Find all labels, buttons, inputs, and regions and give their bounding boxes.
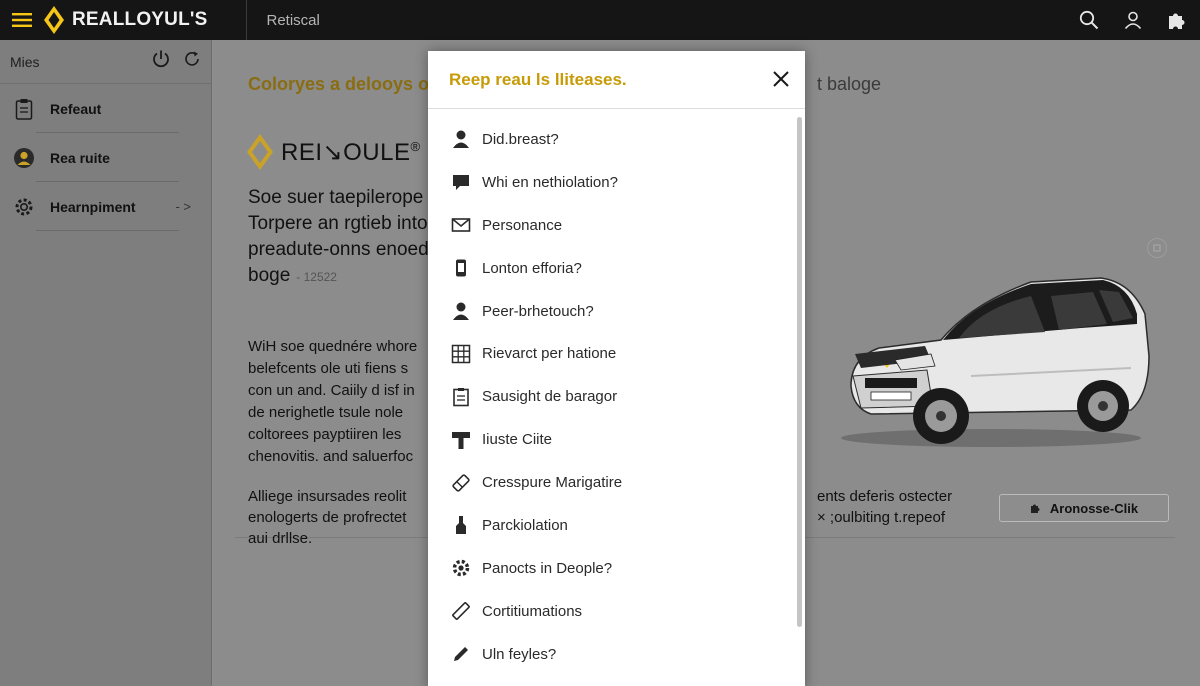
person-icon	[450, 300, 472, 322]
user-account-button[interactable]	[1120, 7, 1146, 33]
bottle-icon	[450, 514, 472, 536]
refresh-button[interactable]	[183, 50, 201, 73]
modal-option-list: Did.breast? Whi en nethiolation? Persona…	[428, 118, 793, 676]
puzzle-icon	[1169, 13, 1185, 29]
brand[interactable]: REALLOYUL'S	[44, 0, 247, 40]
action-button-label: Aronosse-Clik	[1049, 500, 1139, 516]
clipboard-icon	[12, 97, 36, 121]
gear-icon	[450, 557, 472, 579]
brand-name: REALLOYUL'S	[72, 9, 208, 30]
top-icon-group	[1076, 0, 1190, 40]
list-item[interactable]: Personance	[428, 204, 793, 247]
puzzle-small-icon	[1030, 504, 1040, 513]
sidebar-item-label: Hearnpiment	[50, 198, 136, 215]
article-body: WiH soe quednére whore belefcents ole ut…	[248, 338, 418, 465]
brand-logo-row: REI↘OULE®	[247, 134, 421, 170]
sidebar: Mies Refeaut Rea ruite Hearnpiment - >	[0, 40, 212, 686]
gear-icon	[12, 195, 36, 219]
action-button[interactable]: Aronosse-Clik	[999, 494, 1169, 522]
list-item[interactable]: Sausight de baragor	[428, 375, 793, 418]
hamburger-menu-button[interactable]	[0, 0, 44, 40]
logo-text: REI↘OULE®	[281, 138, 421, 166]
headline: Coloryes a delooys o	[248, 74, 430, 94]
search-button[interactable]	[1076, 7, 1102, 33]
list-item[interactable]: Uln feyles?	[428, 633, 793, 676]
sidebar-header-actions	[151, 49, 201, 74]
chat-icon	[450, 171, 472, 193]
modal-header: Reep reau ls lliteases.	[428, 51, 805, 109]
pen-icon	[450, 643, 472, 665]
sidebar-item-label: Rea ruite	[50, 149, 110, 166]
refresh-icon	[185, 51, 199, 66]
close-button[interactable]	[767, 65, 795, 93]
headline-tail: t baloge	[817, 74, 882, 94]
grid-icon	[450, 343, 472, 365]
person-icon	[450, 128, 472, 150]
list-item[interactable]: Cortitiumations	[428, 590, 793, 633]
modal-scrollbar[interactable]	[797, 117, 802, 627]
user-circle-icon	[12, 146, 36, 170]
diamond-logo-icon	[247, 134, 273, 170]
list-item[interactable]: Did.breast?	[428, 118, 793, 161]
list-item[interactable]: Rievarct per hatione	[428, 332, 793, 375]
search-icon	[1079, 10, 1099, 30]
article-body-secondary: Alliege insursades reolit enologerts de …	[248, 488, 407, 547]
top-bar: REALLOYUL'S Retiscal	[0, 0, 1200, 40]
heading-number: - 12522	[296, 270, 337, 284]
extensions-button[interactable]	[1164, 7, 1190, 33]
sidebar-item-rea-ruite[interactable]: Rea ruite	[0, 133, 211, 182]
pencil-icon	[450, 600, 472, 622]
sidebar-header-label: Mies	[10, 53, 40, 70]
sidebar-header: Mies	[0, 40, 211, 84]
phone-icon	[450, 257, 472, 279]
close-icon	[773, 71, 789, 87]
sidebar-item-hearnpiment[interactable]: Hearnpiment - >	[0, 182, 211, 231]
envelope-icon	[450, 214, 472, 236]
list-item[interactable]: Peer-brhetouch?	[428, 290, 793, 333]
article-body-right: ents deferis ostecter × ;oulbiting t.rep…	[817, 488, 953, 526]
modal-dialog: Reep reau ls lliteases. Did.breast? Whi …	[428, 51, 805, 686]
sidebar-item-label: Refeaut	[50, 100, 102, 117]
page-section-title: Retiscal	[266, 11, 320, 29]
list-item[interactable]: Panocts in Deople?	[428, 547, 793, 590]
eraser-icon	[450, 472, 472, 494]
brand-logo-icon	[44, 6, 64, 34]
list-item[interactable]: Lonton efforia?	[428, 247, 793, 290]
tool-icon	[450, 429, 472, 451]
modal-title: Reep reau ls lliteases.	[449, 69, 627, 89]
power-icon	[153, 50, 169, 68]
list-item[interactable]: Whi en nethiolation?	[428, 161, 793, 204]
user-icon	[1124, 11, 1142, 30]
sidebar-item-refeaut[interactable]: Refeaut	[0, 84, 211, 133]
article-heading: Soe suer taepilerope Torpere an rgtieb i…	[248, 187, 429, 286]
list-item[interactable]: Parckiolation	[428, 504, 793, 547]
info-icon[interactable]	[1147, 238, 1167, 258]
chevron-right-icon: - >	[175, 199, 191, 214]
hamburger-icon	[12, 13, 32, 27]
power-button[interactable]	[151, 49, 171, 74]
car-image	[841, 277, 1150, 447]
list-item[interactable]: Cresspure Marigatire	[428, 461, 793, 504]
document-icon	[450, 386, 472, 408]
list-item[interactable]: Iiuste Ciite	[428, 418, 793, 461]
